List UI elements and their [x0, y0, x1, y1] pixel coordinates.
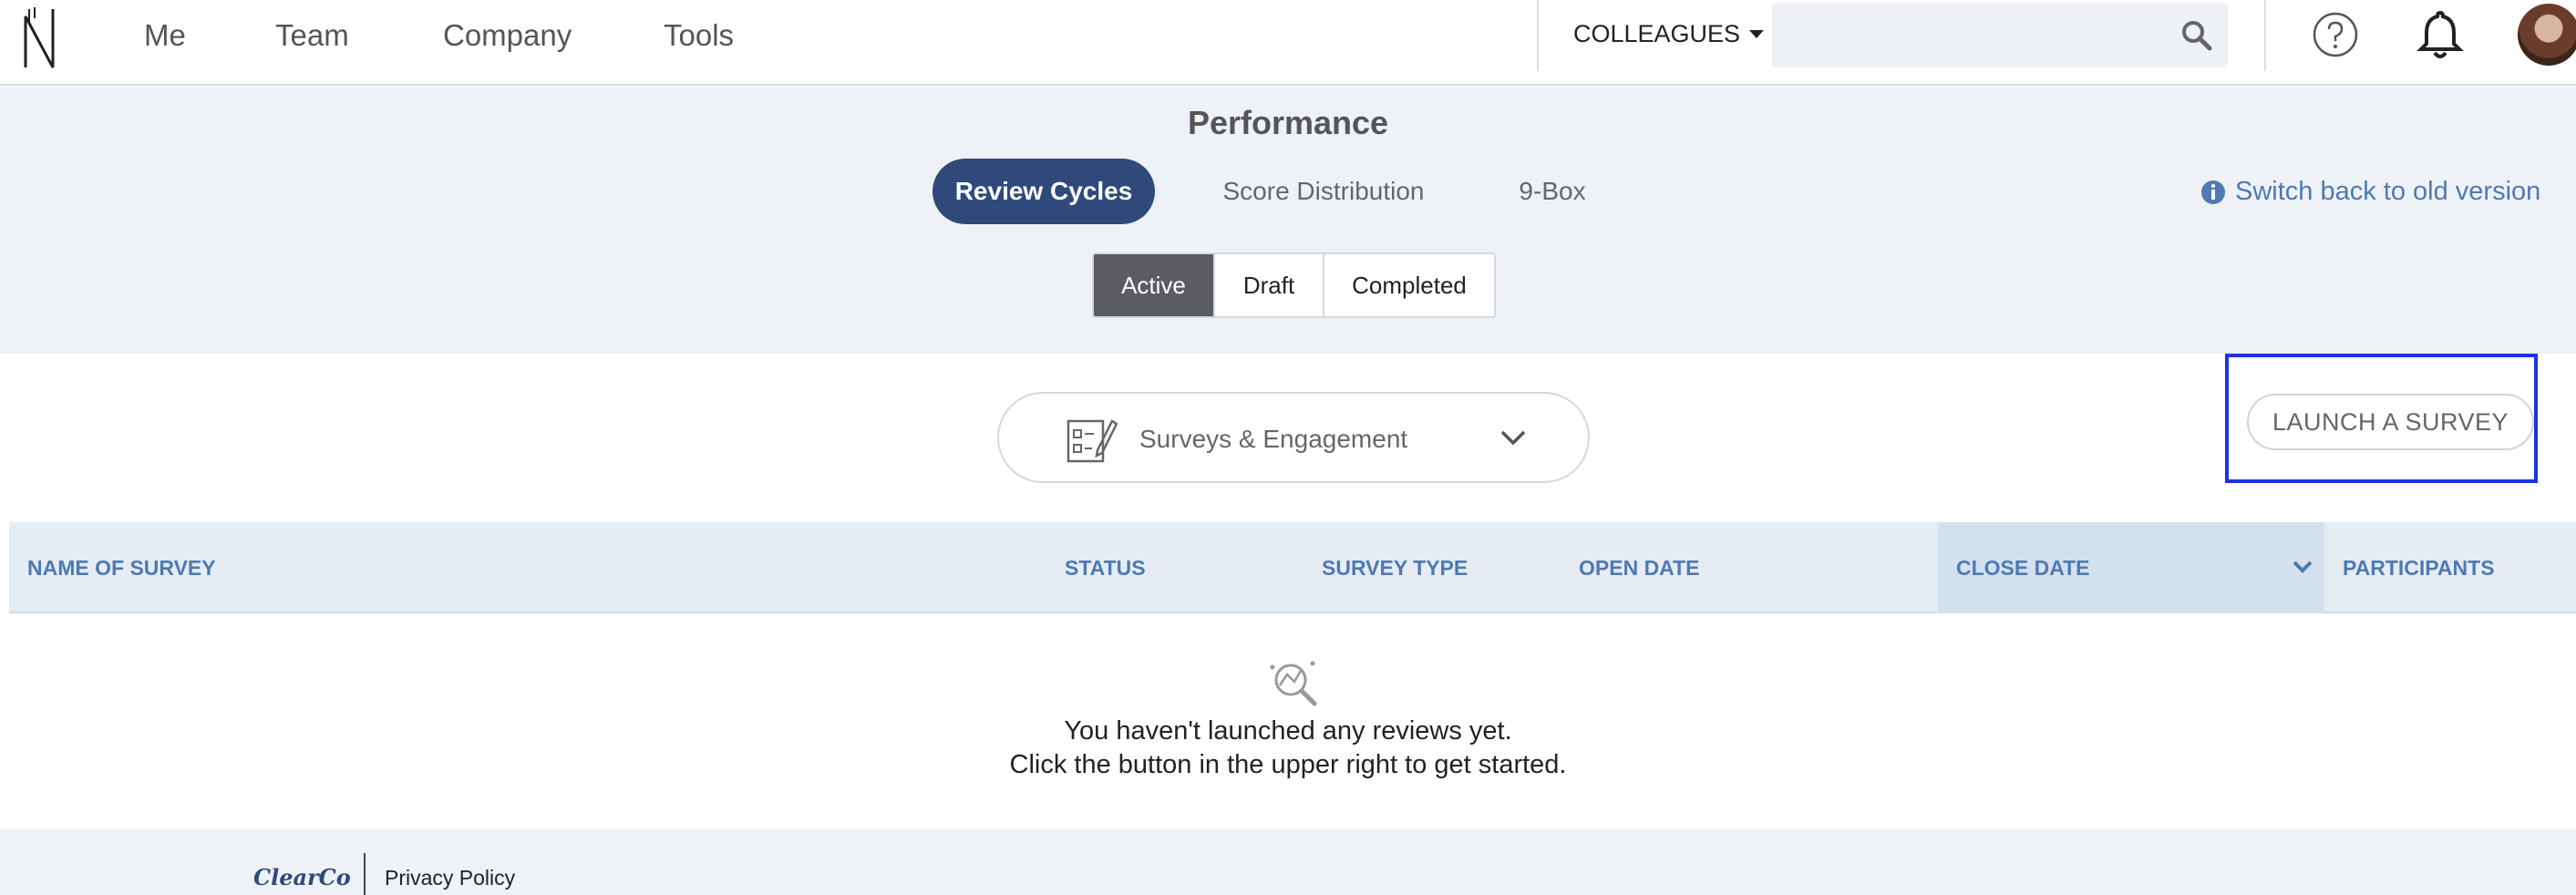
footer-brand-logo: ClearCo: [253, 864, 351, 890]
footer: ClearCo Privacy Policy: [0, 829, 2576, 895]
colleagues-label: COLLEAGUES: [1573, 20, 1741, 47]
info-icon: [2201, 180, 2225, 204]
nav-divider: [2264, 0, 2266, 71]
switch-old-version-label: Switch back to old version: [2235, 177, 2541, 206]
sort-descending-icon[interactable]: [2292, 559, 2313, 575]
search-icon[interactable]: [2180, 19, 2213, 52]
column-header-status[interactable]: STATUS: [1046, 522, 1303, 613]
survey-category-label: Surveys & Engagement: [1139, 425, 1408, 453]
tab-score-distribution[interactable]: Score Distribution: [1200, 159, 1448, 224]
segment-active[interactable]: Active: [1094, 254, 1215, 316]
table-header: NAME OF SURVEY STATUS SURVEY TYPE OPEN D…: [9, 522, 2576, 613]
avatar[interactable]: [2518, 4, 2576, 66]
empty-state-line-1: You haven't launched any reviews yet.: [1064, 716, 1512, 746]
chevron-down-icon: [1500, 430, 1526, 446]
column-header-close-date[interactable]: CLOSE DATE: [1938, 522, 2324, 613]
column-header-open-date[interactable]: OPEN DATE: [1561, 522, 1938, 613]
segment-draft[interactable]: Draft: [1215, 254, 1324, 316]
tab-9-box[interactable]: 9-Box: [1495, 159, 1610, 224]
launch-survey-button[interactable]: LAUNCH A SURVEY: [2247, 394, 2534, 450]
status-segmented-control: Active Draft Completed: [1092, 252, 1496, 318]
empty-state-message: You haven't launched any reviews yet. Cl…: [0, 716, 2576, 780]
survey-form-icon: [1066, 419, 1118, 463]
nav-link-tools[interactable]: Tools: [664, 18, 734, 53]
tab-review-cycles[interactable]: Review Cycles: [933, 159, 1155, 224]
bell-icon[interactable]: [2416, 9, 2465, 60]
nav-link-me[interactable]: Me: [144, 18, 186, 53]
no-results-search-icon: [1270, 661, 1317, 706]
top-navigation: Me Team Company Tools COLLEAGUES: [0, 0, 2576, 86]
segment-completed[interactable]: Completed: [1324, 254, 1494, 316]
caret-down-icon: [1749, 30, 1765, 38]
switch-old-version-link[interactable]: Switch back to old version: [2200, 177, 2540, 207]
nav-link-team[interactable]: Team: [275, 18, 349, 53]
column-header-close-date-label: CLOSE DATE: [1956, 556, 2090, 580]
colleagues-dropdown[interactable]: COLLEAGUES: [1573, 20, 1765, 48]
column-header-participants[interactable]: PARTICIPANTS: [2324, 522, 2576, 613]
search-input[interactable]: [1772, 3, 2228, 67]
privacy-policy-link[interactable]: Privacy Policy: [385, 866, 515, 890]
nav-link-company[interactable]: Company: [443, 18, 572, 53]
company-logo-icon[interactable]: [22, 5, 58, 71]
help-icon[interactable]: [2312, 11, 2359, 58]
footer-divider: [364, 853, 366, 895]
empty-state-line-2: Click the button in the upper right to g…: [1009, 750, 1567, 779]
column-header-survey-type[interactable]: SURVEY TYPE: [1303, 522, 1561, 613]
column-header-name[interactable]: NAME OF SURVEY: [9, 522, 1046, 613]
page-title: Performance: [1187, 104, 1389, 141]
nav-divider: [1537, 0, 1539, 71]
survey-category-dropdown[interactable]: Surveys & Engagement: [997, 392, 1590, 483]
